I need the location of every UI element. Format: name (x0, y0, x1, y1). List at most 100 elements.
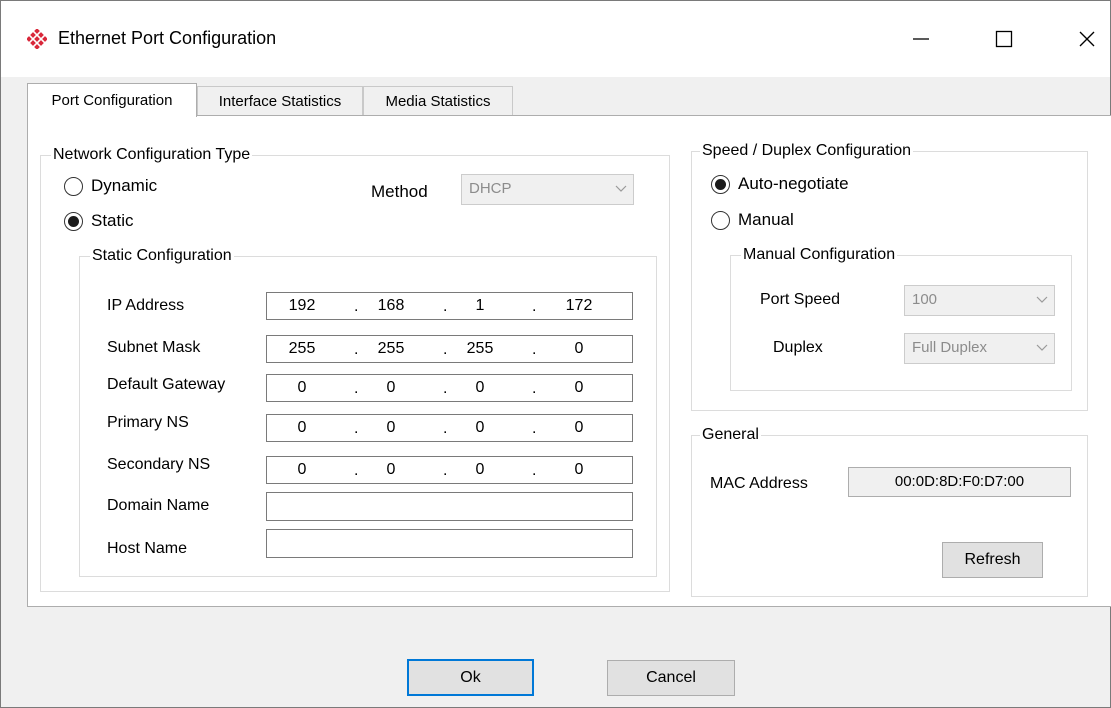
host-name-label: Host Name (107, 540, 188, 557)
subnet-octet[interactable]: 255 (460, 340, 500, 358)
primary-ns-octet[interactable]: 0 (559, 419, 599, 437)
ip-address-field[interactable]: 192 . 168 . 1 . 172 (266, 292, 633, 320)
octet-separator: . (443, 420, 448, 437)
octet-separator: . (354, 298, 359, 315)
octet-separator: . (354, 341, 359, 358)
cancel-button[interactable]: Cancel (607, 660, 735, 696)
group-title: Manual Configuration (741, 245, 898, 265)
ip-octet[interactable]: 1 (460, 297, 500, 315)
subnet-mask-field[interactable]: 255 . 255 . 255 . 0 (266, 335, 633, 363)
ip-octet[interactable]: 172 (559, 297, 599, 315)
method-value: DHCP (469, 180, 512, 197)
group-title: Speed / Duplex Configuration (700, 141, 914, 161)
octet-separator: . (532, 341, 537, 358)
subnet-octet[interactable]: 255 (371, 340, 411, 358)
close-button[interactable] (1062, 19, 1111, 59)
ip-address-label: IP Address (107, 297, 185, 314)
ip-octet[interactable]: 168 (371, 297, 411, 315)
method-dropdown[interactable]: DHCP (461, 174, 634, 205)
dynamic-label: Dynamic (91, 176, 158, 195)
domain-name-input[interactable] (266, 492, 633, 521)
duplex-dropdown[interactable]: Full Duplex (904, 333, 1055, 364)
primary-ns-octet[interactable]: 0 (371, 419, 411, 437)
gateway-octet[interactable]: 0 (460, 379, 500, 397)
dialog-window: Ethernet Port Configuration Port Configu… (0, 0, 1111, 708)
group-title: Static Configuration (90, 246, 234, 266)
static-label: Static (91, 211, 134, 230)
subnet-mask-label: Subnet Mask (107, 339, 201, 356)
auto-negotiate-radio[interactable]: Auto-negotiate (711, 174, 849, 194)
manual-configuration-group: Manual Configuration (730, 245, 1072, 391)
minimize-button[interactable] (896, 19, 946, 59)
subnet-octet[interactable]: 255 (282, 340, 322, 358)
tab-interface-statistics[interactable]: Interface Statistics (197, 86, 363, 115)
octet-separator: . (443, 341, 448, 358)
app-logo-icon (27, 29, 47, 49)
subnet-octet[interactable]: 0 (559, 340, 599, 358)
refresh-label: Refresh (964, 551, 1021, 568)
chevron-down-icon (615, 185, 627, 192)
refresh-button[interactable]: Refresh (942, 542, 1043, 578)
octet-separator: . (354, 420, 359, 437)
primary-ns-octet[interactable]: 0 (282, 419, 322, 437)
secondary-ns-octet[interactable]: 0 (282, 461, 322, 479)
close-icon (1079, 31, 1095, 47)
domain-name-label: Domain Name (107, 497, 210, 514)
auto-negotiate-label: Auto-negotiate (738, 174, 849, 193)
minimize-icon (913, 38, 929, 40)
octet-separator: . (443, 298, 448, 315)
radio-unchecked-icon (64, 176, 83, 196)
radio-checked-icon (64, 211, 83, 231)
duplex-label: Duplex (773, 339, 823, 356)
maximize-icon (995, 30, 1013, 48)
static-radio[interactable]: Static (64, 211, 134, 231)
ok-button[interactable]: Ok (407, 659, 534, 696)
manual-radio[interactable]: Manual (711, 210, 794, 230)
mac-address-label: MAC Address (710, 475, 808, 492)
maximize-button[interactable] (979, 19, 1029, 59)
radio-checked-icon (711, 174, 730, 194)
octet-separator: . (532, 462, 537, 479)
gateway-octet[interactable]: 0 (559, 379, 599, 397)
duplex-value: Full Duplex (912, 339, 988, 356)
cancel-label: Cancel (646, 669, 696, 686)
ip-octet[interactable]: 192 (282, 297, 322, 315)
dynamic-radio[interactable]: Dynamic (64, 176, 157, 196)
primary-ns-field[interactable]: 0 . 0 . 0 . 0 (266, 414, 633, 442)
ok-label: Ok (460, 668, 481, 686)
port-speed-label: Port Speed (760, 291, 841, 308)
octet-separator: . (532, 298, 537, 315)
tab-media-statistics[interactable]: Media Statistics (363, 86, 513, 115)
tab-port-configuration[interactable]: Port Configuration (27, 83, 197, 117)
host-name-input[interactable] (266, 529, 633, 558)
octet-separator: . (443, 380, 448, 397)
secondary-ns-octet[interactable]: 0 (371, 461, 411, 479)
secondary-ns-field[interactable]: 0 . 0 . 0 . 0 (266, 456, 633, 484)
octet-separator: . (532, 420, 537, 437)
mac-address-value: 00:0D:8D:F0:D7:00 (848, 467, 1071, 497)
default-gateway-field[interactable]: 0 . 0 . 0 . 0 (266, 374, 633, 402)
radio-unchecked-icon (711, 210, 730, 230)
port-speed-dropdown[interactable]: 100 (904, 285, 1055, 316)
secondary-ns-label: Secondary NS (107, 456, 211, 473)
secondary-ns-octet[interactable]: 0 (460, 461, 500, 479)
secondary-ns-octet[interactable]: 0 (559, 461, 599, 479)
chevron-down-icon (1036, 344, 1048, 351)
chevron-down-icon (1036, 296, 1048, 303)
tab-label: Port Configuration (51, 92, 173, 109)
octet-separator: . (532, 380, 537, 397)
port-speed-value: 100 (912, 291, 938, 308)
title-bar: Ethernet Port Configuration (1, 1, 1110, 77)
window-title: Ethernet Port Configuration (58, 28, 277, 48)
primary-ns-octet[interactable]: 0 (460, 419, 500, 437)
octet-separator: . (354, 380, 359, 397)
default-gateway-label: Default Gateway (107, 376, 226, 393)
gateway-octet[interactable]: 0 (371, 379, 411, 397)
octet-separator: . (354, 462, 359, 479)
method-label: Method (371, 182, 428, 201)
group-title: Network Configuration Type (51, 145, 253, 165)
primary-ns-label: Primary NS (107, 414, 189, 431)
octet-separator: . (443, 462, 448, 479)
tab-label: Interface Statistics (218, 92, 342, 110)
gateway-octet[interactable]: 0 (282, 379, 322, 397)
